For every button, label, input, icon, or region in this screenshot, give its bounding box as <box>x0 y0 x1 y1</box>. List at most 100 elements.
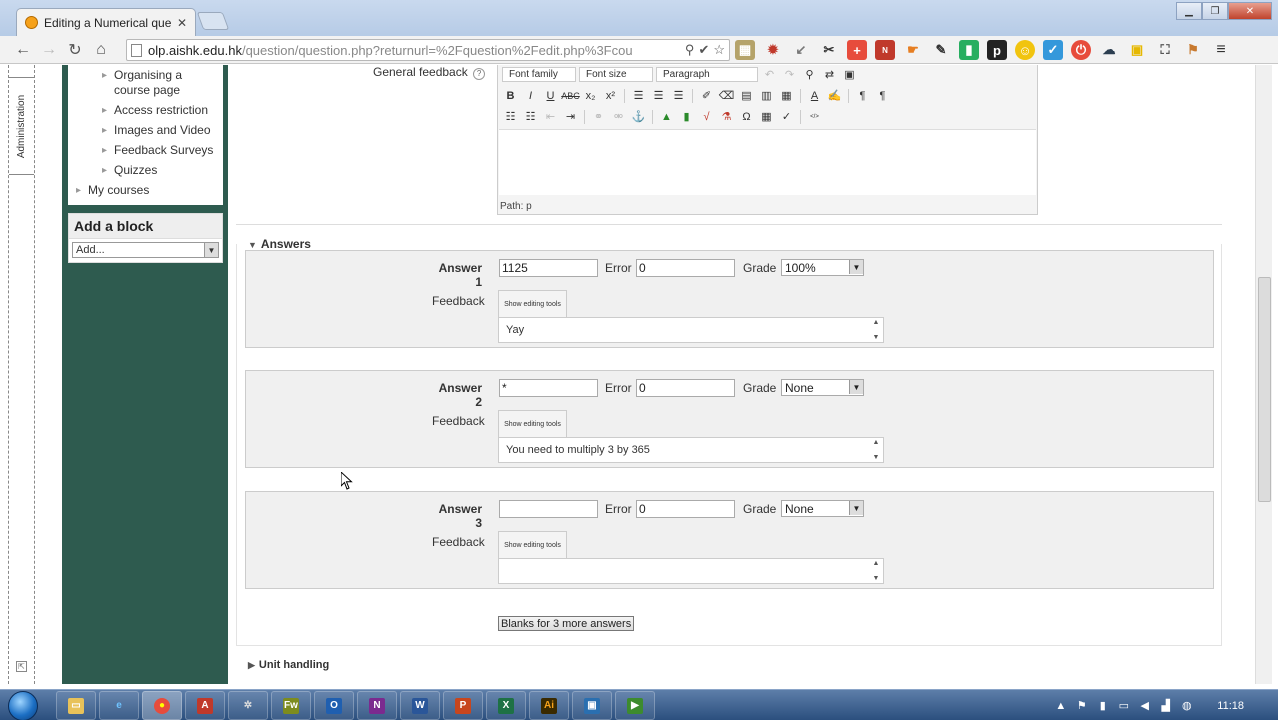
tray-battery-icon[interactable]: ▮ <box>1096 699 1109 712</box>
ltr-icon[interactable]: ¶ <box>854 88 871 104</box>
tray-network-icon[interactable]: ▟ <box>1159 699 1172 712</box>
error-input[interactable]: 0 <box>636 500 735 518</box>
special-char-icon[interactable]: Ω <box>738 109 755 125</box>
grade-select[interactable]: None ▼ <box>781 500 864 517</box>
feedback-textarea[interactable]: You need to multiply 3 by 365 ▲ ▼ <box>498 437 884 463</box>
minimize-icon[interactable]: ▁ <box>1176 2 1202 20</box>
window-app-icon[interactable]: ▣ <box>572 691 612 720</box>
fullscreen-icon[interactable]: ▣ <box>841 67 858 83</box>
error-input[interactable]: 0 <box>636 379 735 397</box>
hand-extension-icon[interactable]: ☛ <box>903 40 923 60</box>
feedback-textarea[interactable]: Yay ▲ ▼ <box>498 317 884 343</box>
format-select[interactable]: Paragraph <box>656 67 758 82</box>
grade-select[interactable]: 100% ▼ <box>781 259 864 276</box>
tool-extension-icon[interactable]: ↙ <box>791 40 811 60</box>
scissors-extension-icon[interactable]: ✂ <box>819 40 839 60</box>
tray-device-icon[interactable]: ▭ <box>1117 699 1130 712</box>
p-extension-icon[interactable]: p <box>987 40 1007 60</box>
text-color-icon[interactable]: A <box>806 88 823 104</box>
power-extension-icon[interactable]: ⏻ <box>1071 40 1091 60</box>
link-icon[interactable]: ⚭ <box>590 109 607 125</box>
unlink-icon[interactable]: ⚮ <box>610 109 627 125</box>
equation-icon[interactable]: √ <box>698 109 715 125</box>
flag-extension-icon[interactable]: ⚑ <box>1183 40 1203 60</box>
tray-chevron-icon[interactable]: ▲ <box>1054 699 1067 712</box>
fireworks-app-icon[interactable]: Fw <box>271 691 311 720</box>
scroll-up-icon[interactable]: ▲ <box>873 560 880 567</box>
acrobat-app-icon[interactable]: A <box>185 691 225 720</box>
redo-icon[interactable]: ↷ <box>781 67 798 83</box>
answer-input[interactable] <box>499 500 598 518</box>
powerpoint-app-icon[interactable]: P <box>443 691 483 720</box>
subscript-icon[interactable]: x₂ <box>582 88 599 104</box>
window-close-icon[interactable]: ✕ <box>1228 2 1272 20</box>
numbered-list-icon[interactable]: ☷ <box>522 109 539 125</box>
font-family-select[interactable]: Font family <box>502 67 576 82</box>
explorer-app-icon[interactable]: ▭ <box>56 691 96 720</box>
unit-handling-legend[interactable]: ▶ Unit handling <box>248 659 329 671</box>
undo-icon[interactable]: ↶ <box>761 67 778 83</box>
scroll-down-icon[interactable]: ▼ <box>873 334 880 341</box>
textarea-scrollbar[interactable]: ▲ ▼ <box>869 438 883 462</box>
nav-item-organising[interactable]: Organising a course page <box>68 68 198 98</box>
green-extension-icon[interactable]: ▮ <box>959 40 979 60</box>
nav-item-my-courses[interactable]: My courses <box>68 183 223 198</box>
cloud-extension-icon[interactable]: ☁ <box>1099 40 1119 60</box>
spellcheck-editor-icon[interactable]: ✓ <box>778 109 795 125</box>
anchor-icon[interactable]: ⚓ <box>630 109 647 125</box>
plus-extension-icon[interactable]: + <box>847 40 867 60</box>
media-icon[interactable]: ▮ <box>678 109 695 125</box>
outlook-app-icon[interactable]: O <box>314 691 354 720</box>
illustrator-app-icon[interactable]: Ai <box>529 691 569 720</box>
show-editing-tools-button[interactable]: Show editing tools <box>498 410 567 437</box>
onenote-app-icon[interactable]: N <box>357 691 397 720</box>
chrome-app-icon[interactable]: ● <box>142 691 182 720</box>
camtasia-app-icon[interactable]: ▶ <box>615 691 655 720</box>
new-extension-icon[interactable]: N <box>875 40 895 60</box>
cleanup-icon[interactable]: ✐ <box>698 88 715 104</box>
menu-icon[interactable]: ≡ <box>1211 40 1231 60</box>
font-size-select[interactable]: Font size <box>579 67 653 82</box>
paste-text-icon[interactable]: ▤ <box>738 88 755 104</box>
tool-app-icon[interactable]: ✲ <box>228 691 268 720</box>
image-icon[interactable]: ▲ <box>658 109 675 125</box>
back-arrow-icon[interactable]: ← <box>10 38 36 62</box>
nav-item-images-video[interactable]: Images and Video <box>68 123 223 138</box>
dock-item-administration[interactable]: Administration <box>9 77 34 175</box>
tray-globe-icon[interactable]: ◍ <box>1180 699 1193 712</box>
ie-app-icon[interactable]: e <box>99 691 139 720</box>
blanks-for-more-answers-button[interactable]: Blanks for 3 more answers <box>498 616 635 631</box>
find-icon[interactable]: ⚲ <box>801 67 818 83</box>
browser-tab[interactable]: Editing a Numerical quest ✕ <box>16 8 196 36</box>
spellcheck-icon[interactable]: ✔ <box>698 42 709 58</box>
highlight-color-icon[interactable]: ✍ <box>826 88 843 104</box>
chemistry-icon[interactable]: ⚗ <box>718 109 735 125</box>
answer-input[interactable]: 1125 <box>499 259 598 277</box>
align-left-icon[interactable]: ☰ <box>630 88 647 104</box>
lock-extension-icon[interactable]: ▣ <box>1127 40 1147 60</box>
start-button-icon[interactable] <box>8 691 38 720</box>
bold-icon[interactable]: B <box>502 88 519 104</box>
nav-item-access-restriction[interactable]: Access restriction <box>68 103 223 118</box>
reload-icon[interactable]: ↻ <box>62 38 88 62</box>
indent-icon[interactable]: ⇥ <box>562 109 579 125</box>
underline-icon[interactable]: U <box>542 88 559 104</box>
dock-undock-icon[interactable]: ⇱ <box>16 661 27 672</box>
address-bar[interactable]: olp.aishk.edu.hk/question/question.php?r… <box>126 39 730 61</box>
taskbar-clock[interactable]: 11:18 <box>1217 700 1244 712</box>
page-scrollbar[interactable] <box>1255 65 1272 684</box>
table-icon[interactable]: ▦ <box>758 109 775 125</box>
nav-item-feedback-surveys[interactable]: Feedback Surveys <box>68 143 223 158</box>
outdent-icon[interactable]: ⇤ <box>542 109 559 125</box>
bullet-list-icon[interactable]: ☷ <box>502 109 519 125</box>
tab-close-icon[interactable]: ✕ <box>177 16 187 30</box>
general-feedback-textarea[interactable] <box>499 129 1036 195</box>
scroll-down-icon[interactable]: ▼ <box>873 575 880 582</box>
new-tab-button[interactable] <box>196 12 230 30</box>
replace-icon[interactable]: ⇄ <box>821 67 838 83</box>
forward-arrow-icon[interactable]: → <box>36 38 62 62</box>
strikethrough-icon[interactable]: ABC <box>561 88 580 104</box>
scrollbar-thumb[interactable] <box>1258 277 1271 502</box>
nav-item-quizzes[interactable]: Quizzes <box>68 163 223 178</box>
textarea-scrollbar[interactable]: ▲ ▼ <box>869 559 883 583</box>
